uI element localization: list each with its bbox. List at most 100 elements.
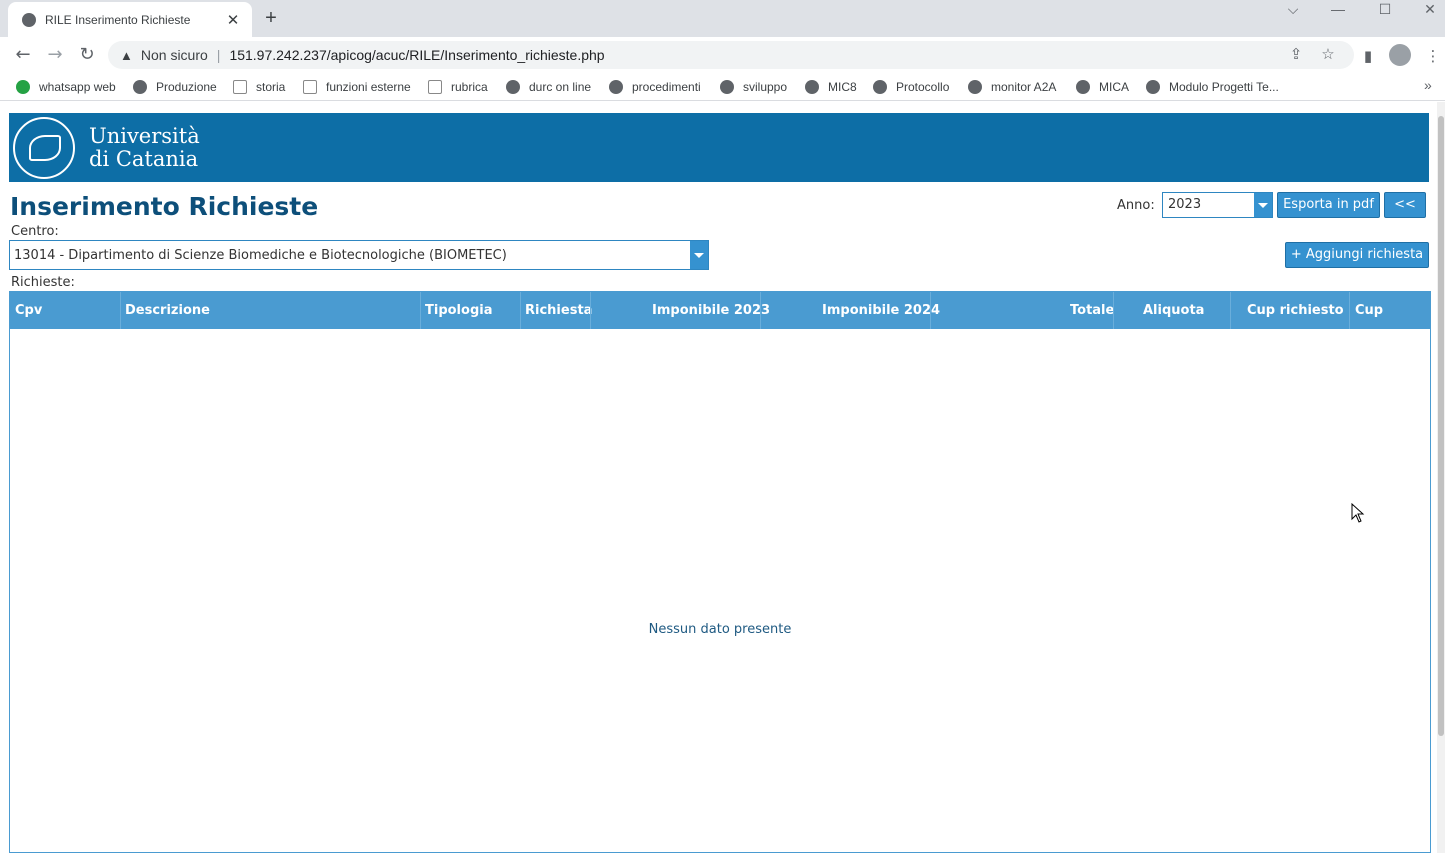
tab-search-icon[interactable]: ⌵ [1278,0,1308,18]
globe-icon [968,80,982,94]
column-separator[interactable] [1349,292,1350,329]
bookmark-item[interactable]: sviluppo [720,78,787,96]
browser-tab[interactable]: RILE Inserimento Richieste ✕ [8,2,252,37]
requests-grid: Cpv Descrizione Tipologia Richiesta Impo… [9,291,1431,853]
bookmark-item[interactable]: monitor A2A [968,78,1056,96]
bookmark-item[interactable]: Modulo Progetti Te... [1146,78,1279,96]
university-name: Università di Catania [89,125,200,171]
column-header-descrizione[interactable]: Descrizione [125,292,210,329]
column-separator[interactable] [1113,292,1114,329]
new-tab-button[interactable]: + [260,7,282,29]
richieste-label: Richieste: [11,275,75,290]
bookmark-label: durc on line [529,80,592,94]
browser-titlebar: RILE Inserimento Richieste ✕ + ⌵ — ☐ ✕ [0,0,1445,37]
url-text[interactable]: 151.97.242.237/apicog/acuc/RILE/Inserime… [229,47,604,63]
forward-arrow-icon[interactable]: → [43,43,67,67]
warning-icon: ▲ [120,47,133,63]
column-header-totale[interactable]: Totale [1070,292,1114,329]
bookmarks-more-button[interactable]: » [1424,77,1432,93]
bookmark-label: sviluppo [743,80,788,94]
maximize-button[interactable]: ☐ [1370,0,1400,18]
export-pdf-button[interactable]: Esporta in pdf [1277,192,1380,218]
chevron-down-icon[interactable] [690,241,708,269]
bookmark-item[interactable]: funzioni esterne [303,78,411,96]
bookmark-label: MIC8 [828,80,857,94]
column-separator[interactable] [420,292,421,329]
column-separator[interactable] [120,292,121,329]
centro-label: Centro: [11,224,59,239]
side-panel-icon[interactable]: ▮ [1357,45,1379,67]
whatsapp-icon [16,80,30,94]
centro-select[interactable]: 13014 - Dipartimento di Scienze Biomedic… [9,240,709,270]
globe-icon [873,80,887,94]
globe-icon [1146,80,1160,94]
mouse-cursor-icon [1351,503,1365,523]
column-header-aliquota[interactable]: Aliquota [1143,292,1204,329]
bookmark-item[interactable]: MIC8 [805,78,857,96]
globe-icon [805,80,819,94]
grid-header: Cpv Descrizione Tipologia Richiesta Impo… [10,292,1430,329]
empty-grid-message: Nessun dato presente [648,622,792,637]
bookmarks-bar: whatsapp web Produzione storia funzioni … [0,73,1445,101]
back-arrow-icon[interactable]: ← [11,43,35,67]
add-request-button[interactable]: + Aggiungi richiesta [1285,242,1429,268]
centro-value: 13014 - Dipartimento di Scienze Biomedic… [14,248,507,263]
tab-title: RILE Inserimento Richieste [45,12,191,27]
column-header-tipologia[interactable]: Tipologia [425,292,492,329]
column-separator[interactable] [520,292,521,329]
bookmark-item[interactable]: Protocollo [873,78,949,96]
menu-icon[interactable]: ⋮ [1422,45,1444,67]
minimize-button[interactable]: — [1323,0,1353,18]
anno-label: Anno: [1117,198,1155,213]
close-tab-icon[interactable]: ✕ [224,11,242,29]
globe-icon [22,12,36,27]
globe-icon [609,80,623,94]
page-scrollbar[interactable] [1437,102,1445,853]
column-header-cpv[interactable]: Cpv [15,292,42,329]
globe-icon [720,80,734,94]
bookmark-item[interactable]: MICA [1076,78,1129,96]
bookmark-label: Protocollo [896,80,950,94]
reload-icon[interactable]: ↻ [75,43,99,67]
university-name-line1: Università [89,124,200,148]
back-button[interactable]: << [1384,192,1426,218]
bookmark-label: procedimenti [632,80,701,94]
browser-toolbar: ← → ↻ ▲ Non sicuro | 151.97.242.237/apic… [0,37,1445,73]
bookmark-label: funzioni esterne [326,80,411,94]
university-seal-icon [13,117,75,179]
bookmark-item[interactable]: whatsapp web [16,78,116,96]
column-header-imponibile-2023[interactable]: Imponibile 2023 [652,292,770,329]
column-separator[interactable] [590,292,591,329]
bookmark-item[interactable]: durc on line [506,78,591,96]
bookmark-item[interactable]: Produzione [133,78,217,96]
bookmark-item[interactable]: procedimenti [609,78,701,96]
profile-avatar[interactable] [1389,44,1411,66]
scrollbar-thumb[interactable] [1438,116,1444,736]
bookmark-label: Produzione [156,80,217,94]
globe-icon [506,80,520,94]
column-separator[interactable] [930,292,931,329]
url-separator: | [216,47,221,63]
globe-icon [133,80,147,94]
bookmark-label: rubrica [451,80,488,94]
bookmark-item[interactable]: rubrica [428,78,488,96]
bookmark-label: storia [256,80,286,94]
star-icon[interactable]: ☆ [1318,45,1338,65]
column-header-richiesta[interactable]: Richiesta [525,292,592,329]
share-icon[interactable]: ⇪ [1286,45,1306,65]
bookmark-label: MICA [1099,80,1129,94]
bookmark-item[interactable]: storia [233,78,285,96]
anno-select[interactable]: 2023 [1162,192,1273,218]
column-header-imponibile-2024[interactable]: Imponibile 2024 [822,292,940,329]
image-icon [428,80,442,94]
bookmark-label: whatsapp web [39,80,116,94]
header-banner: Università di Catania [9,113,1429,182]
address-bar[interactable]: ▲ Non sicuro | 151.97.242.237/apicog/acu… [108,41,1354,69]
column-header-cup-richiesto[interactable]: Cup richiesto [1247,292,1344,329]
column-separator[interactable] [760,292,761,329]
close-window-button[interactable]: ✕ [1415,0,1445,18]
chevron-down-icon[interactable] [1254,193,1272,217]
column-separator[interactable] [1230,292,1231,329]
column-header-cup[interactable]: Cup [1355,292,1383,329]
insecure-label[interactable]: Non sicuro [141,47,208,63]
